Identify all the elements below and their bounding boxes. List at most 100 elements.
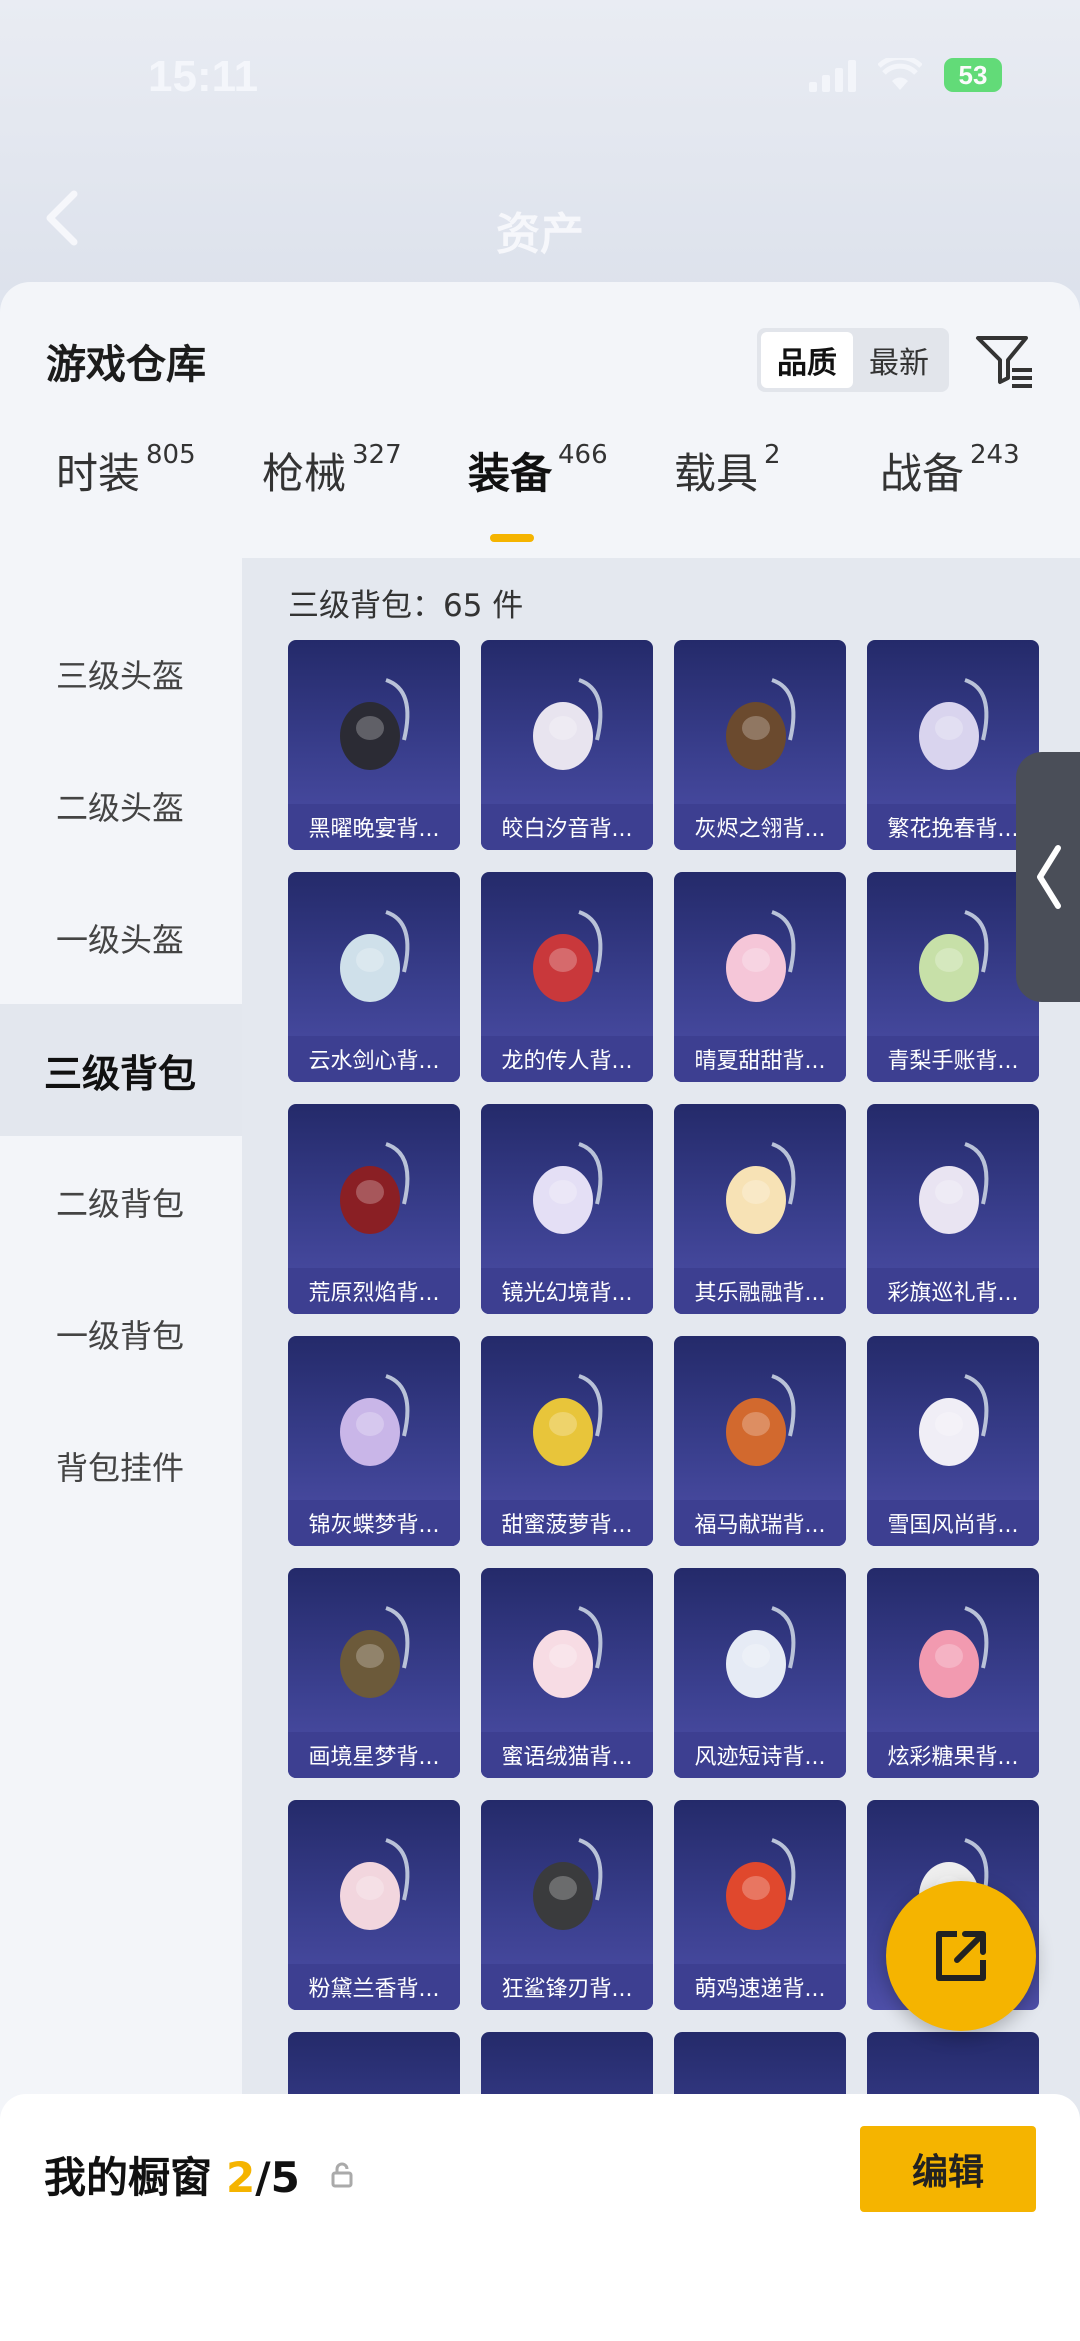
backpack-card-label: 荒原烈焰背...: [288, 1268, 460, 1314]
backpack-icon: [533, 1838, 603, 1930]
backpack-card[interactable]: 镜光幻境背...: [481, 1104, 653, 1314]
edit-button[interactable]: 编辑: [860, 2126, 1036, 2212]
sidebar-item-helmet-1[interactable]: 一级头盔: [0, 872, 242, 1004]
tab-supplies[interactable]: 战备 243: [880, 440, 1020, 501]
backpack-card-label: 其乐融融背...: [674, 1268, 846, 1314]
backpack-card-label: 龙的传人背...: [481, 1036, 653, 1082]
backpack-card-label: 镜光幻境背...: [481, 1268, 653, 1314]
collapse-handle[interactable]: [1016, 752, 1080, 1002]
backpack-icon: [726, 910, 796, 1002]
backpack-icon: [340, 1606, 410, 1698]
sidebar-item-backpack-1[interactable]: 一级背包: [0, 1268, 242, 1400]
tab-label: 时装: [56, 449, 141, 498]
panel-title: 游戏仓库: [46, 342, 206, 388]
backpack-card-label: 青梨手账背...: [867, 1036, 1039, 1082]
showcase-title: 我的橱窗: [44, 2153, 213, 2202]
backpack-icon: [726, 678, 796, 770]
page-title: 资产: [496, 209, 584, 260]
backpack-card-label: 蜜语绒猫背...: [481, 1732, 653, 1778]
sort-quality-button[interactable]: 品质: [761, 332, 853, 388]
backpack-card[interactable]: 其乐融融背...: [674, 1104, 846, 1314]
backpack-icon: [919, 910, 989, 1002]
status-time: 15:11: [148, 52, 259, 101]
backpack-icon: [533, 678, 603, 770]
backpack-icon: [919, 1606, 989, 1698]
backpack-card-label: 皎白汐音背...: [481, 804, 653, 850]
sort-toggle: 品质 最新: [757, 328, 949, 392]
backpack-card[interactable]: 甜蜜菠萝背...: [481, 1336, 653, 1546]
backpack-card[interactable]: 彩旗巡礼背...: [867, 1104, 1039, 1314]
active-tab-indicator: [490, 534, 534, 542]
backpack-card[interactable]: 荒原烈焰背...: [288, 1104, 460, 1314]
sidebar-item-backpack-2[interactable]: 二级背包: [0, 1136, 242, 1268]
backpack-card[interactable]: 画境星梦背...: [288, 1568, 460, 1778]
grid-heading: 三级背包：65 件: [288, 588, 524, 624]
backpack-icon: [340, 678, 410, 770]
backpack-card[interactable]: 繁花挽春背...: [867, 640, 1039, 850]
sidebar-item-backpack-charm[interactable]: 背包挂件: [0, 1400, 242, 1532]
tab-firearms[interactable]: 枪械 327: [262, 440, 402, 501]
backpack-card-label: 锦灰蝶梦背...: [288, 1500, 460, 1546]
backpack-card[interactable]: 青梨手账背...: [867, 872, 1039, 1082]
backpack-icon: [340, 1142, 410, 1234]
backpack-icon: [533, 1374, 603, 1466]
lock-icon: [331, 2162, 353, 2187]
warehouse-panel: 游戏仓库 品质 最新 时装 805 枪械 327 装备 466 载具 2 战备 …: [0, 282, 1080, 2341]
signal-icon: [809, 58, 856, 92]
share-icon: [936, 1931, 986, 1981]
backpack-card-label: 繁花挽春背...: [867, 804, 1039, 850]
backpack-icon: [726, 1374, 796, 1466]
backpack-card[interactable]: 狂鲨锋刃背...: [481, 1800, 653, 2010]
sidebar: 三级头盔 二级头盔 一级头盔 三级背包 二级背包 一级背包 背包挂件: [0, 558, 242, 2341]
backpack-card[interactable]: 皎白汐音背...: [481, 640, 653, 850]
backpack-icon: [533, 1606, 603, 1698]
wifi-icon: [877, 54, 923, 92]
tab-count: 466: [558, 440, 608, 470]
backpack-card-label: 云水剑心背...: [288, 1036, 460, 1082]
backpack-card-label: 灰烬之翎背...: [674, 804, 846, 850]
tab-vehicles[interactable]: 载具 2: [674, 440, 781, 501]
category-tabs: 时装 805 枪械 327 装备 466 载具 2 战备 243: [0, 440, 1080, 550]
backpack-card[interactable]: 福马献瑞背...: [674, 1336, 846, 1546]
showcase-total: /5: [255, 2153, 300, 2202]
backpack-card[interactable]: 炫彩糖果背...: [867, 1568, 1039, 1778]
tab-count: 243: [970, 440, 1020, 470]
item-grid-area: 三级背包：65 件 黑曜晚宴背... 皎白汐音背... 灰烬之翎背... 繁花挽春背.…: [242, 558, 1080, 2341]
backpack-icon: [919, 678, 989, 770]
tab-fashion[interactable]: 时装 805: [56, 440, 196, 501]
backpack-card-label: 风迹短诗背...: [674, 1732, 846, 1778]
backpack-icon: [533, 910, 603, 1002]
filter-icon[interactable]: [972, 328, 1036, 392]
backpack-card[interactable]: 雪国风尚背...: [867, 1336, 1039, 1546]
back-icon[interactable]: [42, 188, 82, 248]
showcase-bar: 我的橱窗 2 /5 编辑: [0, 2094, 1080, 2341]
backpack-icon: [726, 1606, 796, 1698]
backpack-card[interactable]: 锦灰蝶梦背...: [288, 1336, 460, 1546]
backpack-card[interactable]: 萌鸡速递背...: [674, 1800, 846, 2010]
backpack-card-label: 福马献瑞背...: [674, 1500, 846, 1546]
backpack-card[interactable]: 粉黛兰香背...: [288, 1800, 460, 2010]
share-button[interactable]: [886, 1881, 1036, 2031]
backpack-icon: [726, 1838, 796, 1930]
sidebar-item-helmet-3[interactable]: 三级头盔: [0, 608, 242, 740]
backpack-icon: [726, 1142, 796, 1234]
backpack-icon: [340, 1838, 410, 1930]
backpack-card[interactable]: 灰烬之翎背...: [674, 640, 846, 850]
tab-label: 装备: [468, 449, 553, 498]
app-header-background: 15:11 53 资产: [0, 0, 1080, 290]
backpack-card[interactable]: 蜜语绒猫背...: [481, 1568, 653, 1778]
backpack-card[interactable]: 云水剑心背...: [288, 872, 460, 1082]
sort-newest-button[interactable]: 最新: [853, 332, 945, 388]
backpack-card[interactable]: 风迹短诗背...: [674, 1568, 846, 1778]
backpack-card-label: 雪国风尚背...: [867, 1500, 1039, 1546]
backpack-card-label: 粉黛兰香背...: [288, 1964, 460, 2010]
backpack-card[interactable]: 黑曜晚宴背...: [288, 640, 460, 850]
tab-label: 枪械: [262, 449, 347, 498]
sidebar-item-backpack-3[interactable]: 三级背包: [0, 1004, 242, 1136]
backpack-card[interactable]: 龙的传人背...: [481, 872, 653, 1082]
backpack-icon: [919, 1374, 989, 1466]
backpack-card[interactable]: 晴夏甜甜背...: [674, 872, 846, 1082]
sidebar-item-helmet-2[interactable]: 二级头盔: [0, 740, 242, 872]
tab-equipment[interactable]: 装备 466: [468, 440, 608, 501]
backpack-card-label: 狂鲨锋刃背...: [481, 1964, 653, 2010]
